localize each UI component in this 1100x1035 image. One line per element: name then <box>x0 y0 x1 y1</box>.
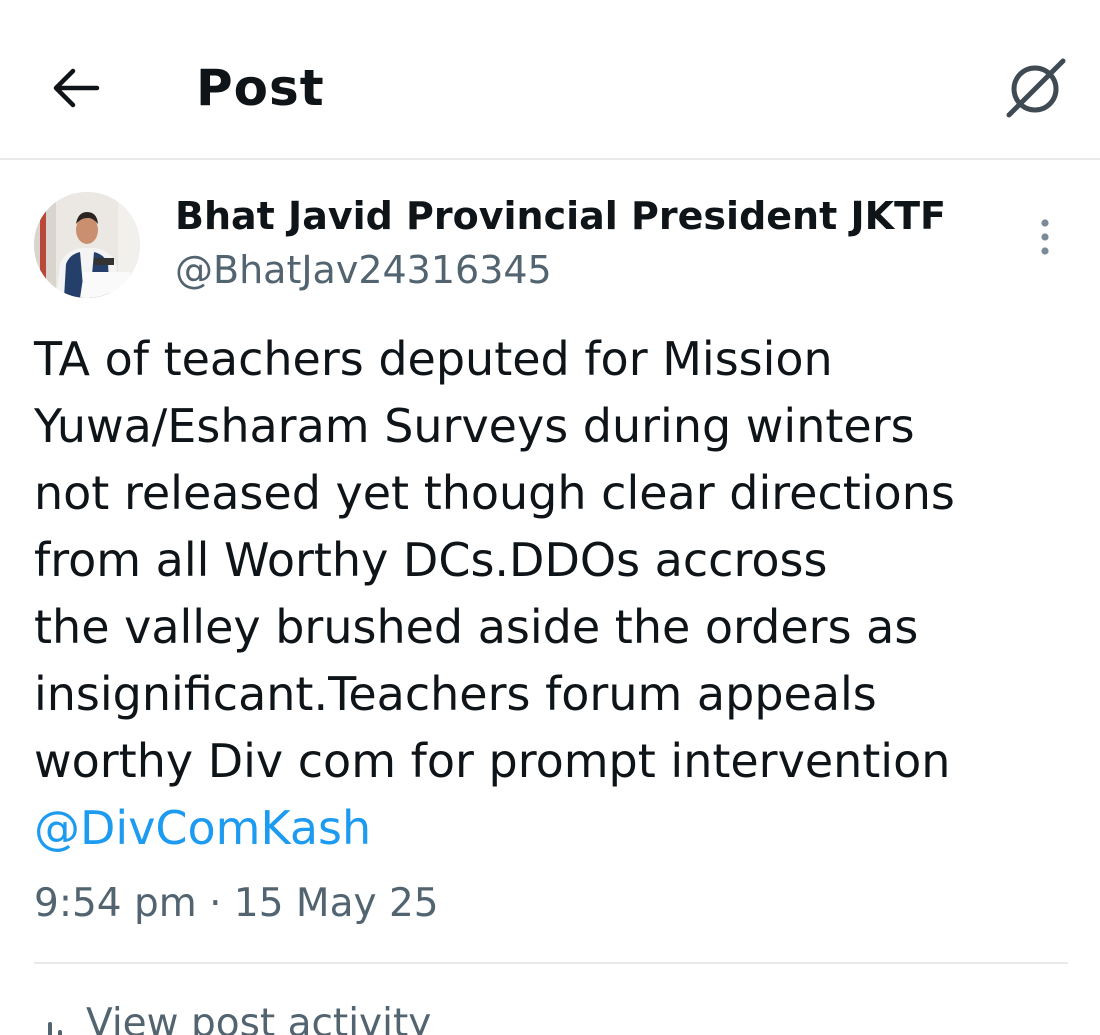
bar-chart-icon <box>48 1022 62 1035</box>
page-title: Post <box>196 59 325 117</box>
view-post-activity-link[interactable]: View post activity <box>34 996 431 1035</box>
post-text-line: worthy Div com for prompt intervention <box>34 734 951 788</box>
mention-link[interactable]: @DivComKash <box>34 795 1074 862</box>
more-vertical-icon <box>1041 219 1049 255</box>
author-display-name[interactable]: Bhat Javid Provincial President JKTF <box>175 192 946 240</box>
post-text-line: not released yet though clear directions <box>34 466 955 520</box>
view-post-activity-label: View post activity <box>86 1001 432 1035</box>
post-text-line: the valley brushed aside the orders as <box>34 600 919 654</box>
arrow-left-icon <box>53 68 100 108</box>
grok-icon <box>1006 58 1066 118</box>
post-page: Post Bhat Javid Provincial President JKT… <box>0 0 1100 1035</box>
post-timestamp[interactable]: 9:54 pm · 15 May 25 <box>34 876 439 932</box>
back-button[interactable] <box>44 58 108 118</box>
post-text-line: insignificant.Teachers forum appeals <box>34 667 877 721</box>
post-text-line: TA of teachers deputed for Mission <box>34 332 833 386</box>
post-text-line: from all Worthy DCs.DDOs accross <box>34 533 828 587</box>
more-options-button[interactable] <box>1022 210 1068 264</box>
post-text-line: Yuwa/Esharam Surveys during winters <box>34 399 915 453</box>
author-handle[interactable]: @BhatJav24316345 <box>175 246 552 294</box>
post-text: TA of teachers deputed for Mission Yuwa/… <box>34 326 1074 862</box>
avatar-photo <box>34 192 140 298</box>
top-bar: Post <box>0 0 1100 160</box>
author-avatar[interactable] <box>34 192 140 298</box>
divider <box>34 962 1068 964</box>
grok-button[interactable] <box>996 50 1076 126</box>
